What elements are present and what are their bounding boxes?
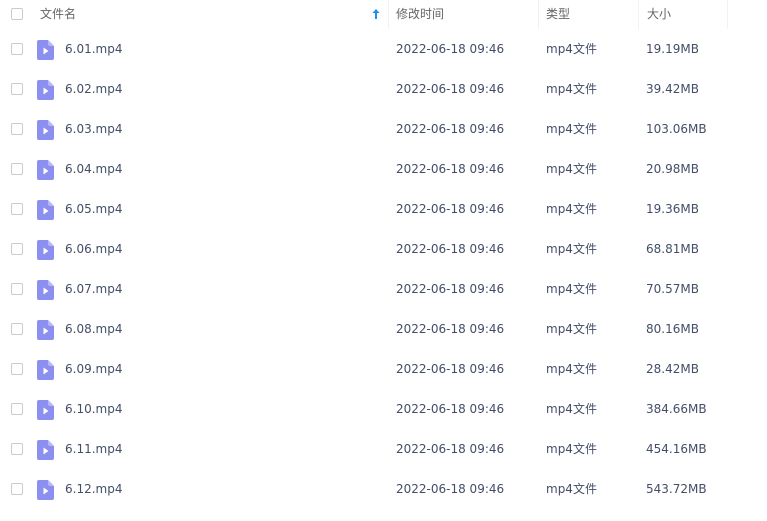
video-file-icon (37, 160, 54, 180)
row-checkbox[interactable] (11, 363, 23, 375)
file-row[interactable]: 6.02.mp4 2022-06-18 09:46 mp4文件 39.42MB (0, 69, 767, 109)
file-size: 20.98MB (646, 162, 699, 176)
file-size: 70.57MB (646, 282, 699, 296)
file-type: mp4文件 (546, 82, 597, 96)
column-header-type-label: 类型 (546, 7, 571, 21)
arrow-up-icon[interactable] (371, 8, 381, 20)
video-file-icon (37, 120, 54, 140)
video-file-icon (37, 440, 54, 460)
file-type: mp4文件 (546, 402, 597, 416)
file-row[interactable]: 6.10.mp4 2022-06-18 09:46 mp4文件 384.66MB (0, 389, 767, 429)
column-header-size-label: 大小 (647, 7, 672, 21)
file-type: mp4文件 (546, 42, 597, 56)
video-file-icon (37, 80, 54, 100)
file-modified-time: 2022-06-18 09:46 (396, 482, 505, 496)
file-modified-time: 2022-06-18 09:46 (396, 122, 505, 136)
file-name[interactable]: 6.09.mp4 (65, 349, 122, 389)
file-rows: 6.01.mp4 2022-06-18 09:46 mp4文件 19.19MB … (0, 29, 767, 509)
file-size: 68.81MB (646, 242, 699, 256)
file-size: 103.06MB (646, 122, 707, 136)
file-modified-time: 2022-06-18 09:46 (396, 282, 505, 296)
row-checkbox[interactable] (11, 443, 23, 455)
file-name[interactable]: 6.08.mp4 (65, 309, 122, 349)
file-name[interactable]: 6.10.mp4 (65, 389, 122, 429)
row-checkbox[interactable] (11, 283, 23, 295)
file-modified-time: 2022-06-18 09:46 (396, 242, 505, 256)
file-list-header: 文件名 修改时间 类型 大小 (0, 0, 767, 29)
column-header-type[interactable]: 类型 (539, 0, 639, 29)
file-modified-time: 2022-06-18 09:46 (396, 42, 505, 56)
file-type: mp4文件 (546, 122, 597, 136)
file-size: 28.42MB (646, 362, 699, 376)
file-type: mp4文件 (546, 162, 597, 176)
file-size: 39.42MB (646, 82, 699, 96)
video-file-icon (37, 200, 54, 220)
video-file-icon (37, 480, 54, 500)
file-modified-time: 2022-06-18 09:46 (396, 402, 505, 416)
file-modified-time: 2022-06-18 09:46 (396, 362, 505, 376)
column-header-name[interactable]: 文件名 (0, 0, 389, 29)
row-checkbox[interactable] (11, 43, 23, 55)
file-row[interactable]: 6.08.mp4 2022-06-18 09:46 mp4文件 80.16MB (0, 309, 767, 349)
file-type: mp4文件 (546, 442, 597, 456)
file-name[interactable]: 6.12.mp4 (65, 469, 122, 509)
file-name[interactable]: 6.04.mp4 (65, 149, 122, 189)
column-header-name-label: 文件名 (40, 7, 77, 21)
file-name[interactable]: 6.11.mp4 (65, 429, 122, 469)
file-type: mp4文件 (546, 202, 597, 216)
file-size: 19.36MB (646, 202, 699, 216)
column-header-modified[interactable]: 修改时间 (389, 0, 539, 29)
file-row[interactable]: 6.12.mp4 2022-06-18 09:46 mp4文件 543.72MB (0, 469, 767, 509)
file-size: 384.66MB (646, 402, 707, 416)
file-modified-time: 2022-06-18 09:46 (396, 442, 505, 456)
file-list: 文件名 修改时间 类型 大小 6.01.mp4 2022-06-18 09:46… (0, 0, 767, 521)
file-row[interactable]: 6.09.mp4 2022-06-18 09:46 mp4文件 28.42MB (0, 349, 767, 389)
column-header-size[interactable]: 大小 (639, 0, 728, 29)
column-header-modified-label: 修改时间 (396, 7, 445, 21)
file-row[interactable]: 6.03.mp4 2022-06-18 09:46 mp4文件 103.06MB (0, 109, 767, 149)
row-checkbox[interactable] (11, 403, 23, 415)
file-name[interactable]: 6.03.mp4 (65, 109, 122, 149)
file-row[interactable]: 6.07.mp4 2022-06-18 09:46 mp4文件 70.57MB (0, 269, 767, 309)
file-modified-time: 2022-06-18 09:46 (396, 202, 505, 216)
row-checkbox[interactable] (11, 323, 23, 335)
file-type: mp4文件 (546, 322, 597, 336)
file-modified-time: 2022-06-18 09:46 (396, 162, 505, 176)
file-row[interactable]: 6.05.mp4 2022-06-18 09:46 mp4文件 19.36MB (0, 189, 767, 229)
video-file-icon (37, 360, 54, 380)
row-checkbox[interactable] (11, 483, 23, 495)
video-file-icon (37, 40, 54, 60)
file-name[interactable]: 6.05.mp4 (65, 189, 122, 229)
file-size: 543.72MB (646, 482, 707, 496)
file-modified-time: 2022-06-18 09:46 (396, 322, 505, 336)
video-file-icon (37, 400, 54, 420)
row-checkbox[interactable] (11, 163, 23, 175)
row-checkbox[interactable] (11, 203, 23, 215)
file-row[interactable]: 6.11.mp4 2022-06-18 09:46 mp4文件 454.16MB (0, 429, 767, 469)
file-size: 19.19MB (646, 42, 699, 56)
file-row[interactable]: 6.01.mp4 2022-06-18 09:46 mp4文件 19.19MB (0, 29, 767, 69)
file-type: mp4文件 (546, 242, 597, 256)
file-type: mp4文件 (546, 282, 597, 296)
file-type: mp4文件 (546, 362, 597, 376)
file-name[interactable]: 6.07.mp4 (65, 269, 122, 309)
video-file-icon (37, 320, 54, 340)
file-name[interactable]: 6.06.mp4 (65, 229, 122, 269)
file-row[interactable]: 6.04.mp4 2022-06-18 09:46 mp4文件 20.98MB (0, 149, 767, 189)
row-checkbox[interactable] (11, 123, 23, 135)
video-file-icon (37, 240, 54, 260)
video-file-icon (37, 280, 54, 300)
row-checkbox[interactable] (11, 83, 23, 95)
file-size: 80.16MB (646, 322, 699, 336)
file-size: 454.16MB (646, 442, 707, 456)
file-modified-time: 2022-06-18 09:46 (396, 82, 505, 96)
file-type: mp4文件 (546, 482, 597, 496)
file-row[interactable]: 6.06.mp4 2022-06-18 09:46 mp4文件 68.81MB (0, 229, 767, 269)
file-name[interactable]: 6.01.mp4 (65, 29, 122, 69)
row-checkbox[interactable] (11, 243, 23, 255)
file-name[interactable]: 6.02.mp4 (65, 69, 122, 109)
